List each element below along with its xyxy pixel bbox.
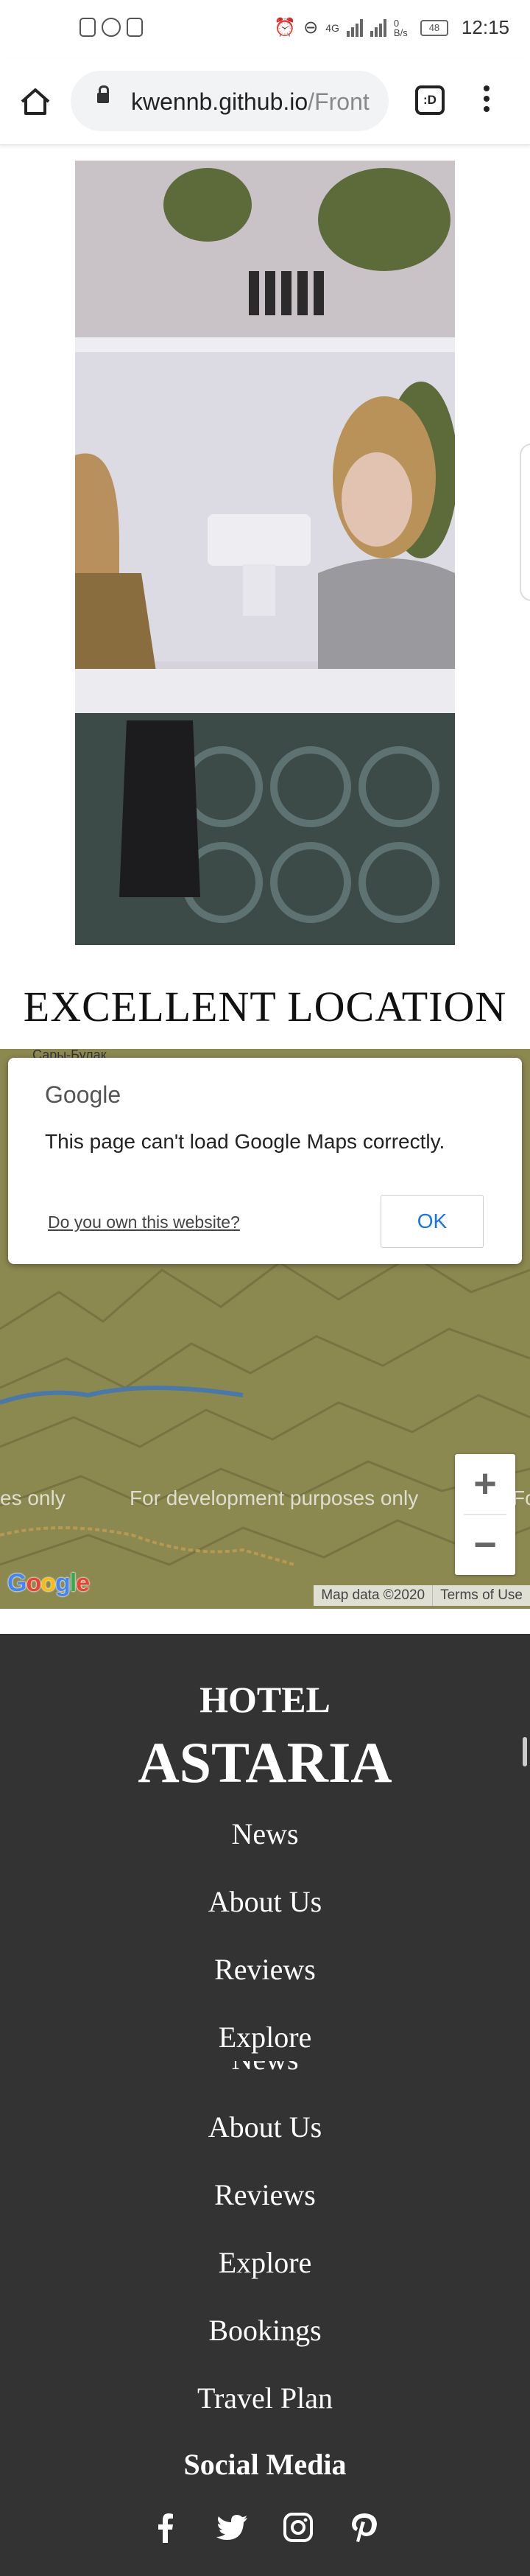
home-icon[interactable] xyxy=(19,87,52,116)
brand-hotel: HOTEL xyxy=(199,1679,331,1720)
battery-icon: 48 xyxy=(420,19,448,36)
map-attribution: Map data ©2020 Terms of Use xyxy=(314,1585,530,1606)
footer-link-news-overlay[interactable]: News xyxy=(0,1817,530,1851)
ok-button[interactable]: OK xyxy=(381,1195,484,1248)
page-scrollbar[interactable] xyxy=(523,1737,527,1766)
clock: 12:15 xyxy=(461,16,509,38)
lock-icon xyxy=(97,85,109,103)
address-bar[interactable]: kwennb.github.io/Front xyxy=(71,71,389,131)
zoom-in-button[interactable]: + xyxy=(455,1454,515,1514)
watermark-left: es only xyxy=(0,1487,66,1509)
side-handle[interactable] xyxy=(520,443,530,601)
owner-link[interactable]: Do you own this website? xyxy=(48,1212,240,1232)
notification-icons xyxy=(80,18,143,37)
site-footer: HOTEL ASTARIA News About Us Reviews Expl… xyxy=(0,1634,530,2576)
signal-icon xyxy=(346,18,363,37)
map-data-label: Map data ©2020 xyxy=(321,1587,425,1603)
footer-link-explore-overlay[interactable]: Explore xyxy=(0,2020,530,2054)
zoom-out-button[interactable]: − xyxy=(455,1515,515,1575)
alarm-icon: ⏰ xyxy=(274,18,297,38)
browser-toolbar: kwennb.github.io/Front :D xyxy=(0,59,530,145)
google-logo[interactable]: Google xyxy=(7,1569,90,1598)
gallery-icon xyxy=(127,18,143,37)
terms-link[interactable]: Terms of Use xyxy=(432,1585,530,1606)
dialog-brand: Google xyxy=(45,1081,121,1108)
social-links xyxy=(0,2510,530,2544)
battery-level: 48 xyxy=(428,21,440,33)
map-embed[interactable]: Сары-Булак Google This page can't load G… xyxy=(0,1049,530,1609)
section-heading: EXCELLENT LOCATION xyxy=(23,983,507,1031)
watermark-center: For development purposes only xyxy=(130,1487,419,1509)
footer-link-reviews-overlay[interactable]: Reviews xyxy=(0,1952,530,1987)
footer-link-bookings[interactable]: Bookings xyxy=(0,2313,530,2348)
footer-link-about[interactable]: About Us xyxy=(0,2110,530,2144)
network-type: 4G xyxy=(325,21,339,34)
data-speed: 0 B/s xyxy=(393,17,408,38)
footer-link-travel-plan[interactable]: Travel Plan xyxy=(0,2381,530,2415)
brand-astaria[interactable]: ASTARIA xyxy=(0,1730,530,1796)
tab-switcher-button[interactable]: :D xyxy=(415,85,445,115)
social-media-title: Social Media xyxy=(183,2448,347,2481)
overflow-menu-icon[interactable] xyxy=(483,85,490,116)
url-path: /Front xyxy=(308,88,370,115)
pinterest-icon[interactable] xyxy=(347,2510,381,2544)
maps-error-dialog: Google This page can't load Google Maps … xyxy=(8,1058,522,1264)
status-bar: ⏰ ⊖ 4G 0 B/s 48 12:15 xyxy=(0,0,530,59)
footer-link-about-overlay[interactable]: About Us xyxy=(0,1884,530,1919)
facebook-icon[interactable] xyxy=(149,2510,183,2544)
twitter-icon[interactable] xyxy=(215,2510,249,2544)
app-notification-icon xyxy=(102,18,121,37)
footer-link-reviews[interactable]: Reviews xyxy=(0,2177,530,2212)
signal-2-icon xyxy=(370,18,386,37)
sim-icon xyxy=(80,18,96,37)
error-message: This page can't load Google Maps correct… xyxy=(45,1130,445,1153)
hotel-reception-photo xyxy=(75,161,455,945)
zoom-control: + − xyxy=(455,1454,515,1575)
footer-link-explore[interactable]: Explore xyxy=(0,2245,530,2280)
url-host: kwennb.github.io xyxy=(131,88,308,115)
url-text[interactable]: kwennb.github.io/Front xyxy=(131,88,381,116)
instagram-icon[interactable] xyxy=(281,2510,315,2544)
dnd-icon: ⊖ xyxy=(303,18,319,38)
system-icons: ⏰ ⊖ 4G 0 B/s 48 12:15 xyxy=(274,16,509,39)
